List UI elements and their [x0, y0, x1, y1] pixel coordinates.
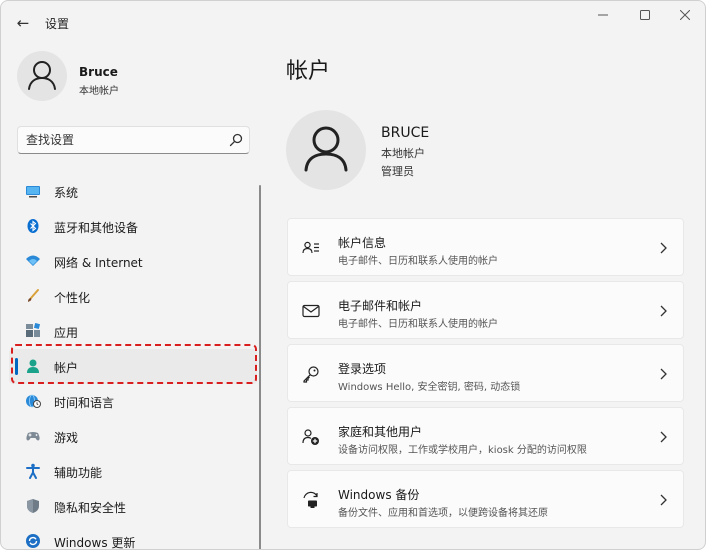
- card-title: Windows 备份: [338, 488, 420, 502]
- app-title: 设置: [45, 17, 70, 31]
- chevron-right-icon: [660, 431, 667, 443]
- page-title: 帐户: [286, 59, 331, 84]
- gamepad-icon: [26, 432, 40, 441]
- apps-icon: [26, 323, 41, 337]
- email-accounts-card[interactable]: 电子邮件和帐户 电子邮件、日历和联系人使用的帐户: [287, 281, 684, 339]
- windows-backup-card[interactable]: Windows 备份 备份文件、应用和首选项，以便跨设备将其还原: [287, 470, 684, 528]
- search-input[interactable]: [26, 132, 216, 148]
- maximize-button[interactable]: [627, 7, 663, 27]
- card-subtitle: 电子邮件、日历和联系人使用的帐户: [338, 256, 498, 267]
- profile-account-type: 本地帐户: [381, 147, 425, 160]
- sidebar-item-bluetooth[interactable]: 蓝牙和其他设备: [9, 209, 257, 244]
- family-icon: [302, 429, 319, 445]
- minimize-icon: [598, 14, 608, 16]
- sidebar-item-label: 应用: [54, 326, 79, 340]
- system-icon: [26, 186, 40, 198]
- search-icon[interactable]: [228, 132, 244, 148]
- chevron-right-icon: [660, 242, 667, 254]
- bluetooth-icon: [27, 219, 39, 233]
- sidebar-item-privacy[interactable]: 隐私和安全性: [9, 489, 257, 524]
- sidebar-item-label: 隐私和安全性: [54, 501, 127, 515]
- title-bar: ← 设置: [1, 1, 705, 41]
- sidebar-item-label: Windows 更新: [54, 536, 136, 550]
- backup-icon: [303, 491, 318, 508]
- sidebar-item-gaming[interactable]: 游戏: [9, 419, 257, 454]
- sidebar-item-label: 游戏: [54, 431, 79, 445]
- card-subtitle: Windows Hello, 安全密钥, 密码, 动态锁: [338, 382, 521, 393]
- sidebar-item-label: 系统: [54, 186, 79, 200]
- shield-icon: [27, 499, 39, 513]
- highlight-annotation: [11, 344, 257, 384]
- globe-clock-icon: [26, 394, 41, 408]
- profile-name: BRUCE: [381, 125, 430, 141]
- chevron-right-icon: [660, 305, 667, 317]
- brush-icon: [28, 289, 39, 302]
- card-title: 家庭和其他用户: [338, 425, 423, 439]
- account-info-card[interactable]: 帐户信息 电子邮件、日历和联系人使用的帐户: [287, 218, 684, 276]
- family-users-card[interactable]: 家庭和其他用户 设备访问权限，工作或学校用户，kiosk 分配的访问权限: [287, 407, 684, 465]
- card-title: 帐户信息: [338, 236, 387, 250]
- card-subtitle: 电子邮件、日历和联系人使用的帐户: [338, 319, 498, 330]
- close-icon: [679, 9, 691, 21]
- sidebar-item-label: 蓝牙和其他设备: [54, 221, 139, 235]
- account-info-icon: [302, 241, 319, 254]
- settings-window: ← 设置 Bruce 本地帐户 查找设置 系统 蓝牙和其他设备 网络 & Int…: [0, 0, 706, 550]
- sidebar-item-time-language[interactable]: 时间和语言: [9, 384, 257, 419]
- user-icon: [28, 61, 56, 90]
- card-subtitle: 设备访问权限，工作或学校用户，kiosk 分配的访问权限: [338, 445, 587, 456]
- sidebar-item-label: 辅助功能: [54, 466, 103, 480]
- back-button[interactable]: ←: [13, 13, 33, 33]
- card-title: 登录选项: [338, 362, 387, 376]
- key-icon: [303, 366, 319, 383]
- user-account-type: 本地帐户: [79, 86, 119, 97]
- sidebar-item-accessibility[interactable]: 辅助功能: [9, 454, 257, 489]
- sidebar-item-system[interactable]: 系统: [9, 174, 257, 209]
- sidebar-item-label: 网络 & Internet: [54, 256, 143, 270]
- chevron-right-icon: [660, 494, 667, 506]
- update-icon: [26, 534, 40, 548]
- avatar[interactable]: [17, 51, 67, 101]
- chevron-right-icon: [660, 368, 667, 380]
- sidebar-item-label: 个性化: [54, 291, 91, 305]
- sidebar-scrollbar[interactable]: [259, 185, 261, 549]
- sidebar-item-network[interactable]: 网络 & Internet: [9, 244, 257, 279]
- minimize-button[interactable]: [585, 7, 621, 27]
- network-icon: [26, 255, 40, 266]
- mail-icon: [302, 304, 320, 318]
- back-arrow-icon: ←: [16, 14, 30, 32]
- profile-role: 管理员: [381, 165, 414, 178]
- card-subtitle: 备份文件、应用和首选项，以便跨设备将其还原: [338, 508, 548, 519]
- accessibility-icon: [26, 463, 40, 479]
- card-title: 电子邮件和帐户: [338, 299, 423, 313]
- maximize-icon: [640, 10, 650, 20]
- profile-avatar: [286, 110, 366, 190]
- sidebar-item-label: 时间和语言: [54, 396, 115, 410]
- user-name: Bruce: [79, 65, 118, 79]
- search-box[interactable]: [17, 126, 250, 154]
- user-icon: [304, 126, 348, 172]
- main-content: 帐户 BRUCE 本地帐户 管理员 帐户信息 电子邮件、日历和联系人使用的帐户: [269, 41, 705, 549]
- sidebar-item-personalization[interactable]: 个性化: [9, 279, 257, 314]
- sign-in-options-card[interactable]: 登录选项 Windows Hello, 安全密钥, 密码, 动态锁: [287, 344, 684, 402]
- close-button[interactable]: [667, 7, 703, 27]
- sidebar-item-windows-update[interactable]: Windows 更新: [9, 524, 257, 550]
